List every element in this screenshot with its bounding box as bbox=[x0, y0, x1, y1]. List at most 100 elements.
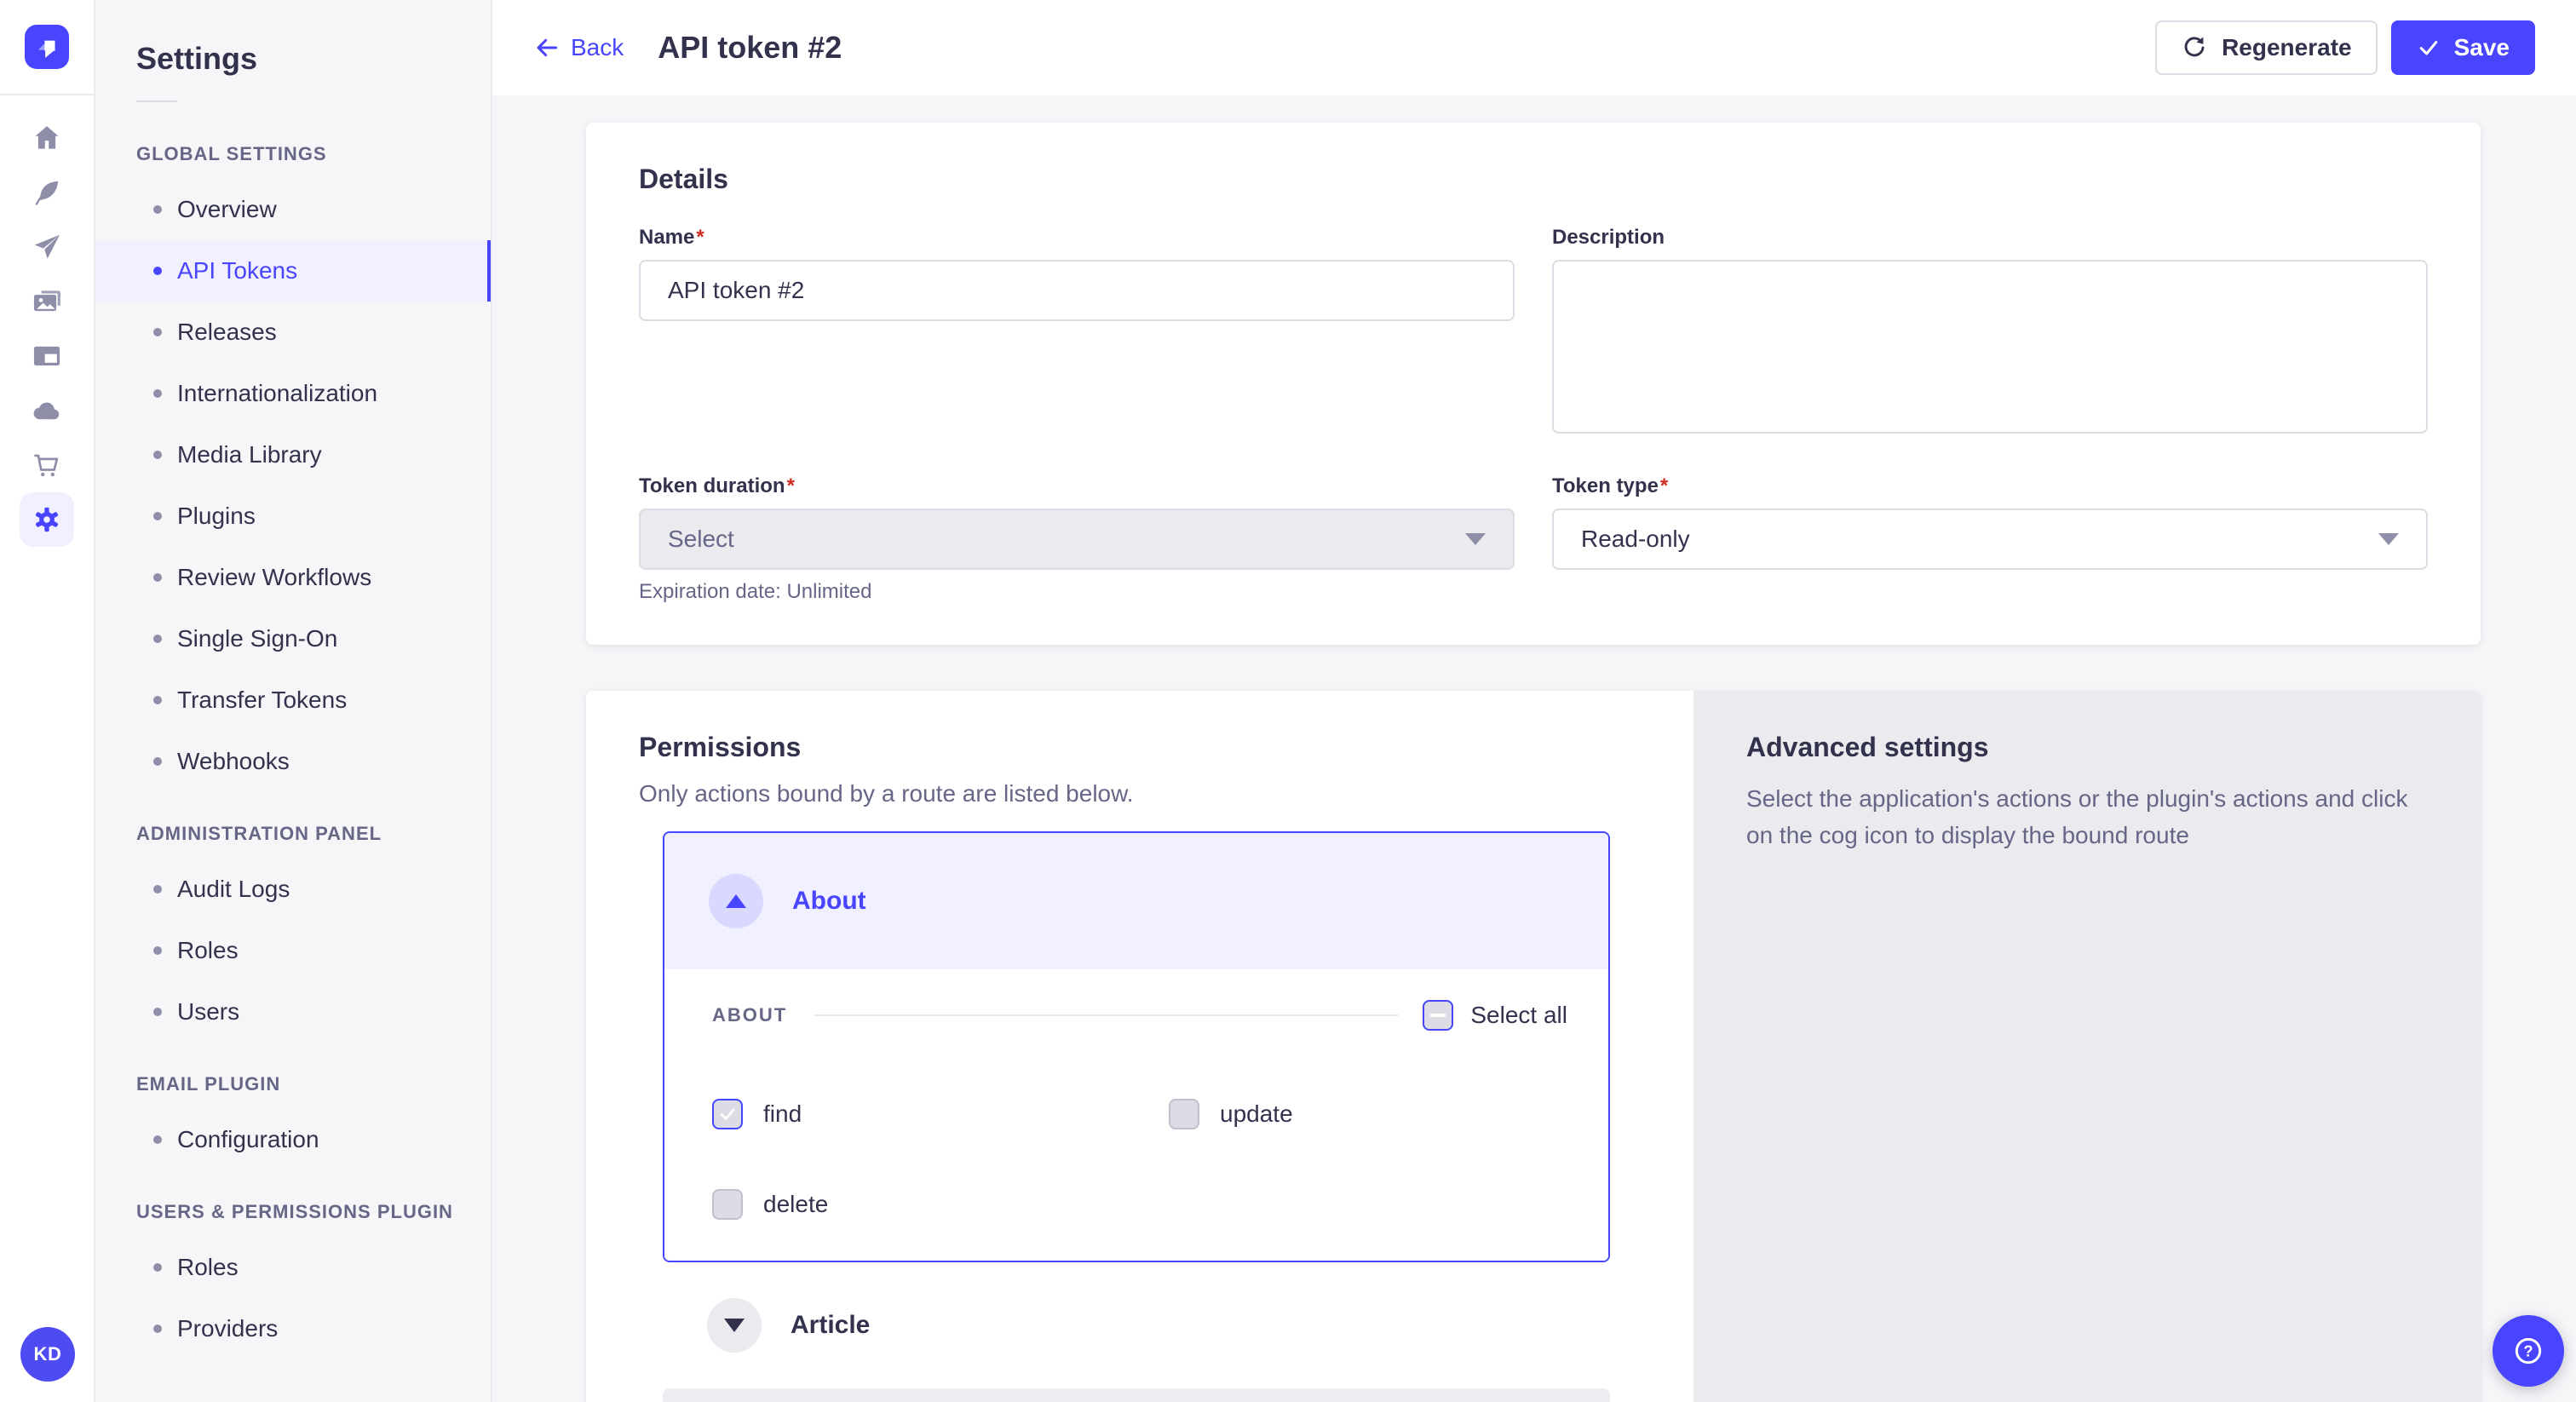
name-input[interactable] bbox=[639, 260, 1515, 321]
nav-section-email-plugin: EMAIL PLUGIN Configuration bbox=[95, 1073, 491, 1170]
nav-section-label: GLOBAL SETTINGS bbox=[95, 143, 491, 165]
question-mark-icon: ? bbox=[2511, 1334, 2545, 1368]
bullet-icon bbox=[153, 512, 162, 520]
accordion-about-body: ABOUT Select all find bbox=[664, 969, 1608, 1261]
token-duration-label: Token duration* bbox=[639, 474, 1515, 498]
back-link[interactable]: Back bbox=[533, 34, 624, 61]
required-asterisk: * bbox=[1660, 474, 1668, 497]
description-field-group: Description bbox=[1552, 226, 2428, 440]
token-type-label: Token type* bbox=[1552, 474, 2428, 498]
permissions-title: Permissions bbox=[639, 732, 1693, 763]
nav-section-label: ADMINISTRATION PANEL bbox=[95, 823, 491, 845]
select-all-label: Select all bbox=[1470, 1002, 1567, 1029]
token-type-field-group: Token type* Read-only bbox=[1552, 474, 2428, 604]
action-delete: delete bbox=[712, 1189, 1169, 1220]
sidebar-item-releases[interactable]: Releases bbox=[95, 302, 491, 363]
strapi-logo[interactable] bbox=[25, 25, 69, 69]
check-icon bbox=[2417, 36, 2441, 60]
accordion-about-header[interactable]: About bbox=[664, 833, 1608, 969]
header-actions: Regenerate Save bbox=[2155, 20, 2535, 75]
help-button[interactable]: ? bbox=[2493, 1315, 2564, 1387]
action-find: find bbox=[712, 1099, 1169, 1129]
bullet-icon bbox=[153, 389, 162, 398]
about-section-row: ABOUT Select all bbox=[712, 1000, 1567, 1031]
bullet-icon bbox=[153, 1263, 162, 1272]
bullet-icon bbox=[153, 946, 162, 955]
bullet-icon bbox=[153, 1008, 162, 1016]
sidebar-item-providers[interactable]: Providers bbox=[95, 1298, 491, 1359]
nav-section-administration-panel: ADMINISTRATION PANEL Audit Logs Roles Us… bbox=[95, 823, 491, 1043]
paper-plane-icon[interactable] bbox=[20, 220, 74, 274]
page-content: Details Name* Description Token duration… bbox=[492, 95, 2576, 1402]
delete-checkbox[interactable] bbox=[712, 1189, 743, 1220]
bullet-icon bbox=[153, 267, 162, 275]
bullet-icon bbox=[153, 1324, 162, 1333]
sidebar-item-users[interactable]: Users bbox=[95, 981, 491, 1043]
settings-sidebar: Settings GLOBAL SETTINGS Overview API To… bbox=[95, 0, 492, 1402]
sidebar-item-single-sign-on[interactable]: Single Sign-On bbox=[95, 608, 491, 669]
bullet-icon bbox=[153, 328, 162, 336]
bullet-icon bbox=[153, 635, 162, 643]
sidebar-item-overview[interactable]: Overview bbox=[95, 179, 491, 240]
page-title: API token #2 bbox=[658, 30, 842, 66]
feather-icon[interactable] bbox=[20, 165, 74, 220]
sidebar-item-api-tokens[interactable]: API Tokens bbox=[95, 240, 491, 302]
bullet-icon bbox=[153, 885, 162, 893]
sidebar-item-review-workflows[interactable]: Review Workflows bbox=[95, 547, 491, 608]
rail-logo-area bbox=[0, 0, 94, 95]
update-checkbox[interactable] bbox=[1169, 1099, 1199, 1129]
triangle-up-icon bbox=[726, 894, 746, 908]
home-icon[interactable] bbox=[20, 111, 74, 165]
sidebar-item-internationalization[interactable]: Internationalization bbox=[95, 363, 491, 424]
layout-icon[interactable] bbox=[20, 329, 74, 383]
sidebar-item-media-library[interactable]: Media Library bbox=[95, 424, 491, 486]
refresh-icon bbox=[2181, 34, 2208, 61]
sidebar-item-configuration[interactable]: Configuration bbox=[95, 1109, 491, 1170]
save-button[interactable]: Save bbox=[2391, 20, 2535, 75]
bullet-icon bbox=[153, 696, 162, 704]
icon-rail: KD bbox=[0, 0, 95, 1402]
regenerate-button[interactable]: Regenerate bbox=[2155, 20, 2378, 75]
about-section-label: ABOUT bbox=[712, 1004, 787, 1026]
nav-section-label: EMAIL PLUGIN bbox=[95, 1073, 491, 1095]
description-textarea[interactable] bbox=[1552, 260, 2428, 434]
token-type-select[interactable]: Read-only bbox=[1552, 509, 2428, 570]
images-icon[interactable] bbox=[20, 274, 74, 329]
sidebar-item-transfer-tokens[interactable]: Transfer Tokens bbox=[95, 669, 491, 731]
nav-section-users-permissions-plugin: USERS & PERMISSIONS PLUGIN Roles Provide… bbox=[95, 1201, 491, 1359]
sidebar-item-plugins[interactable]: Plugins bbox=[95, 486, 491, 547]
next-accordion-strip bbox=[663, 1388, 1610, 1402]
triangle-down-icon bbox=[724, 1319, 745, 1332]
advanced-settings-description: Select the application's actions or the … bbox=[1746, 780, 2428, 854]
nav-section-global-settings: GLOBAL SETTINGS Overview API Tokens Rele… bbox=[95, 143, 491, 792]
token-duration-select[interactable]: Select bbox=[639, 509, 1515, 570]
sidebar-title: Settings bbox=[95, 41, 491, 77]
cloud-icon[interactable] bbox=[20, 383, 74, 438]
indeterminate-dash-icon bbox=[1430, 1014, 1446, 1017]
collapse-toggle-icon[interactable] bbox=[709, 874, 763, 928]
svg-text:?: ? bbox=[2523, 1342, 2533, 1360]
cart-icon[interactable] bbox=[20, 438, 74, 492]
chevron-down-icon bbox=[1465, 533, 1486, 545]
accordion-article-header[interactable]: Article bbox=[663, 1262, 1610, 1388]
check-icon bbox=[718, 1105, 737, 1123]
accordion-about: About ABOUT Select all bbox=[663, 831, 1610, 1262]
description-label: Description bbox=[1552, 226, 2428, 250]
actions-grid: find update delete bbox=[712, 1099, 1567, 1220]
expand-toggle-icon[interactable] bbox=[707, 1298, 762, 1353]
required-asterisk: * bbox=[696, 226, 704, 249]
arrow-left-icon bbox=[533, 34, 561, 61]
bullet-icon bbox=[153, 1135, 162, 1144]
select-all-checkbox[interactable] bbox=[1423, 1000, 1453, 1031]
gear-icon[interactable] bbox=[20, 492, 74, 547]
sidebar-item-webhooks[interactable]: Webhooks bbox=[95, 731, 491, 792]
sidebar-item-audit-logs[interactable]: Audit Logs bbox=[95, 859, 491, 920]
rail-icon-list bbox=[20, 111, 74, 547]
advanced-settings-title: Advanced settings bbox=[1746, 732, 2428, 763]
find-checkbox[interactable] bbox=[712, 1099, 743, 1129]
sidebar-item-roles-admin[interactable]: Roles bbox=[95, 920, 491, 981]
accordion-about-label: About bbox=[792, 887, 866, 916]
sidebar-item-roles-up[interactable]: Roles bbox=[95, 1237, 491, 1298]
user-avatar[interactable]: KD bbox=[20, 1327, 75, 1382]
bullet-icon bbox=[153, 451, 162, 459]
